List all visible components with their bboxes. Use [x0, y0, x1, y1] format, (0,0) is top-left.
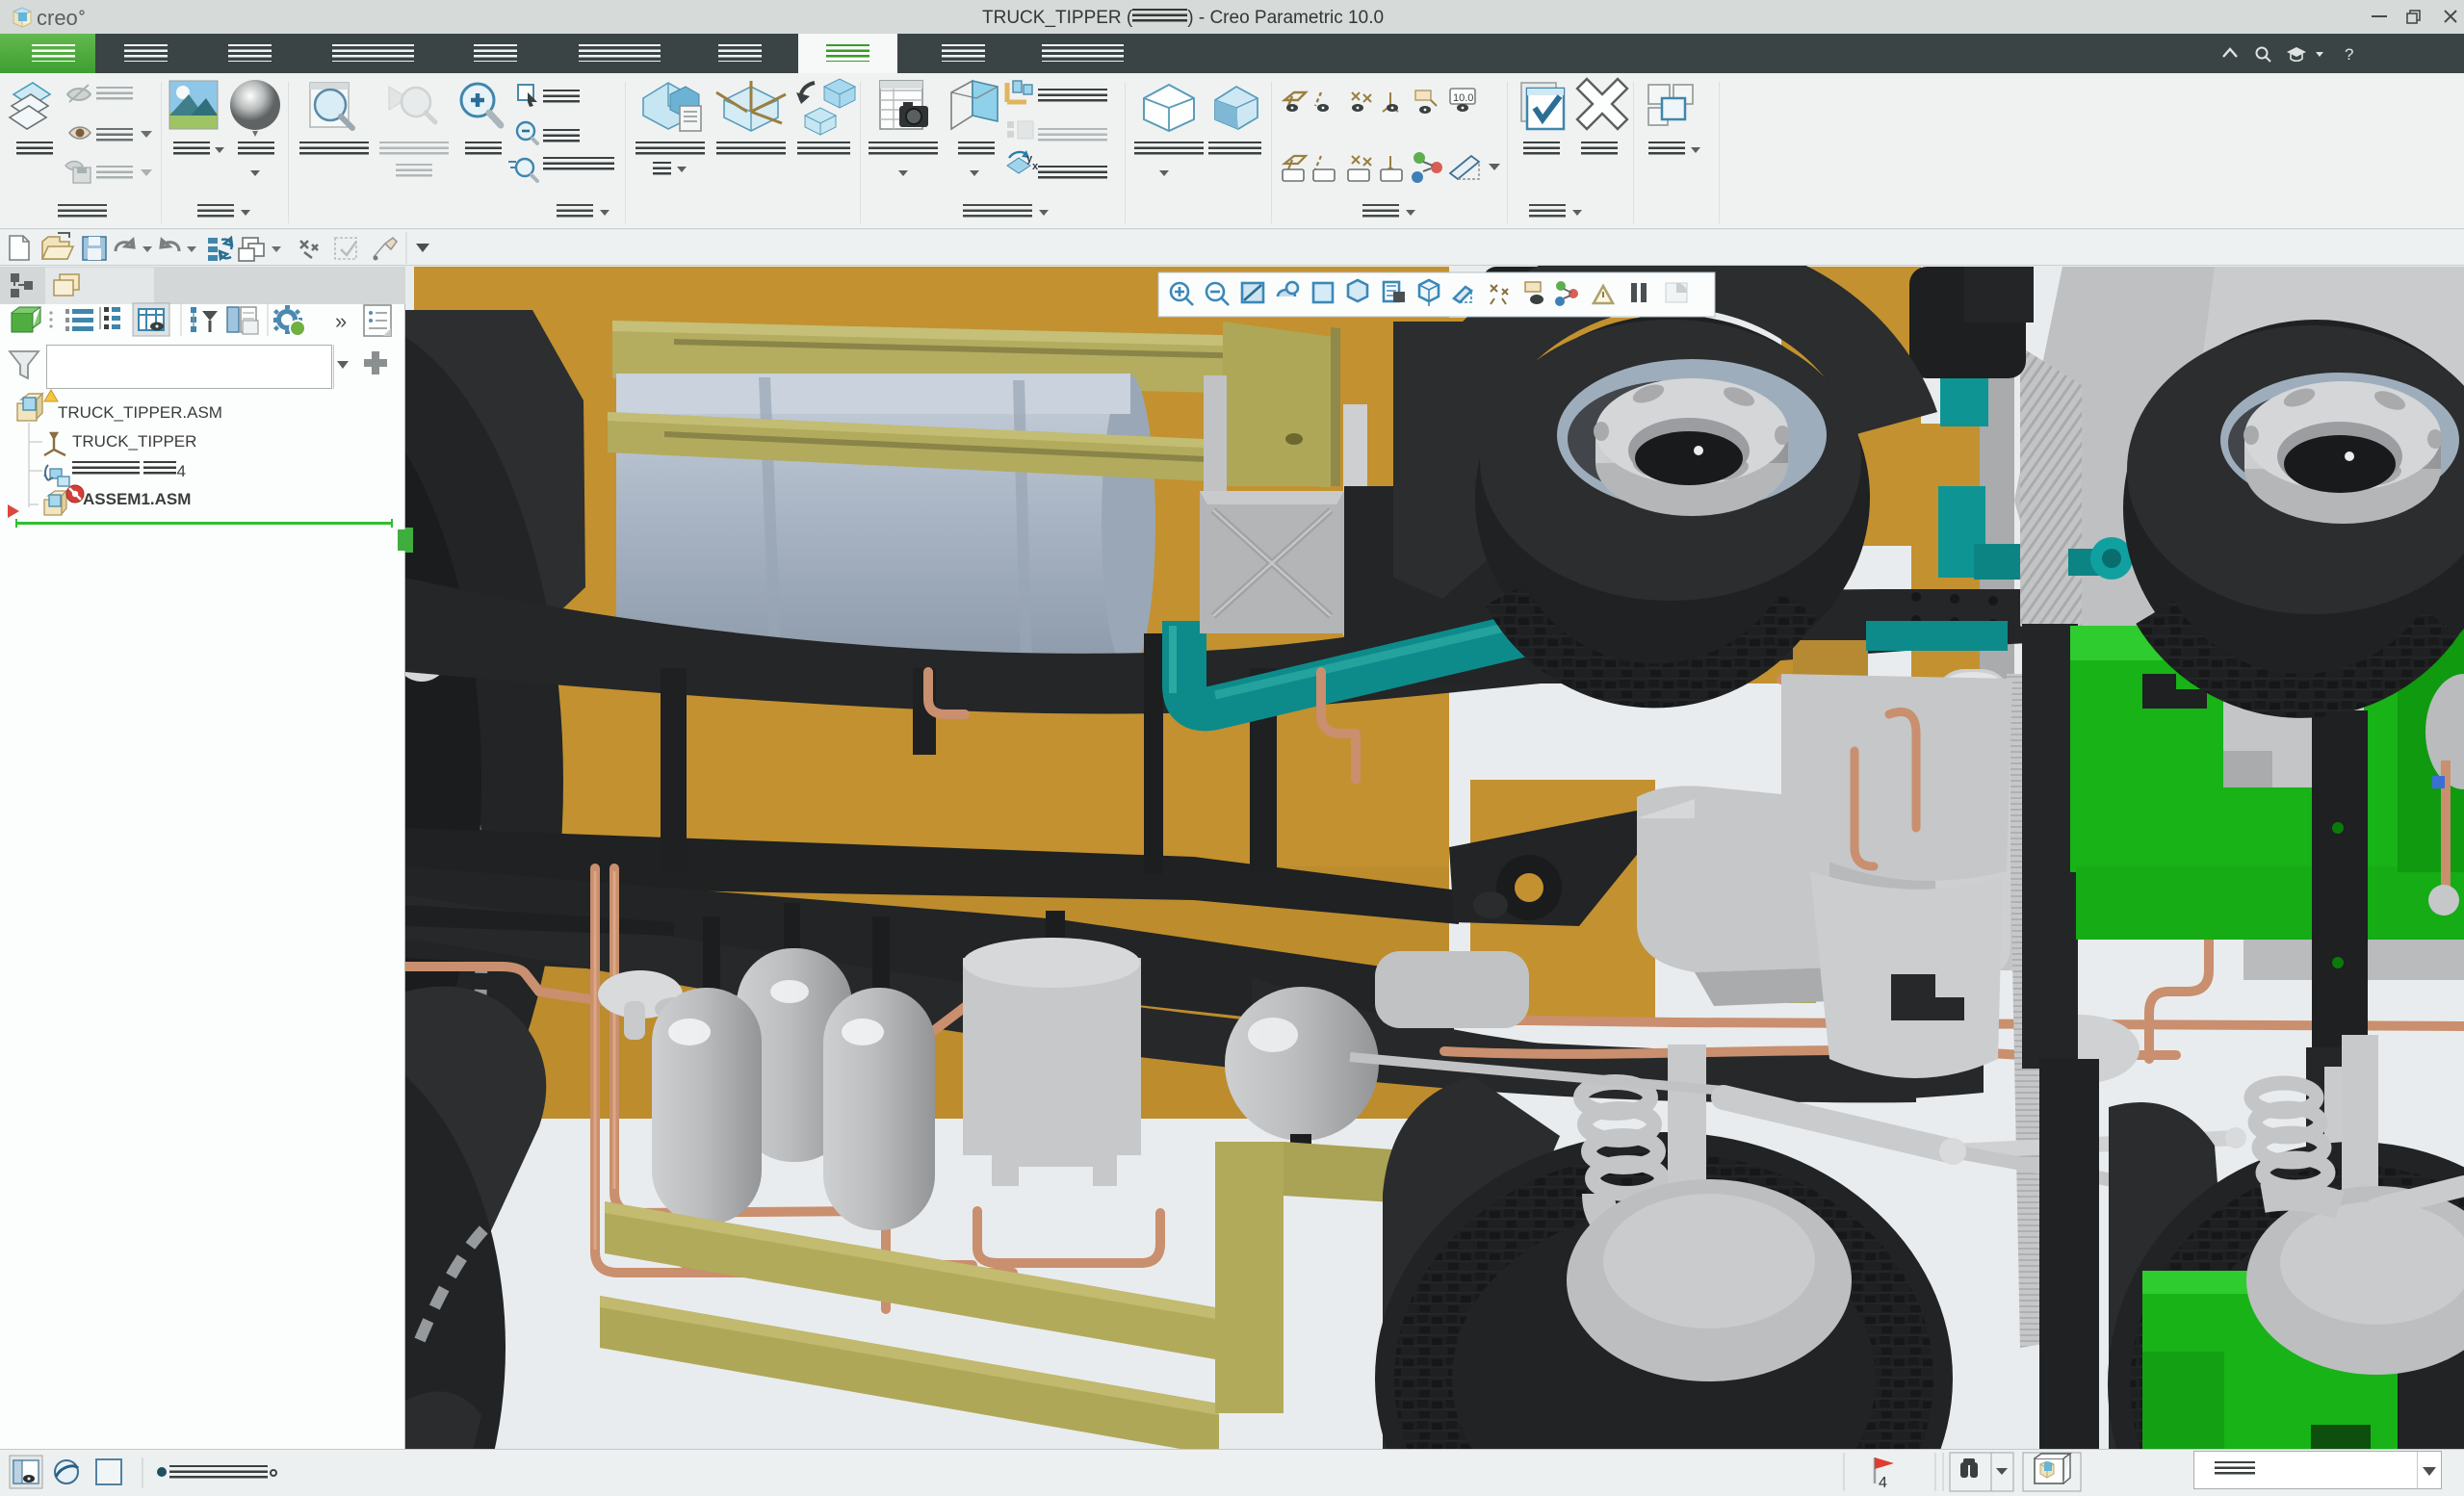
svg-text:10.0: 10.0	[1453, 92, 1473, 104]
svg-text:creo: creo	[37, 6, 78, 30]
svg-text:?: ?	[2345, 45, 2353, 64]
svg-text:»: »	[335, 309, 347, 333]
svg-text:4: 4	[1879, 1475, 1887, 1491]
